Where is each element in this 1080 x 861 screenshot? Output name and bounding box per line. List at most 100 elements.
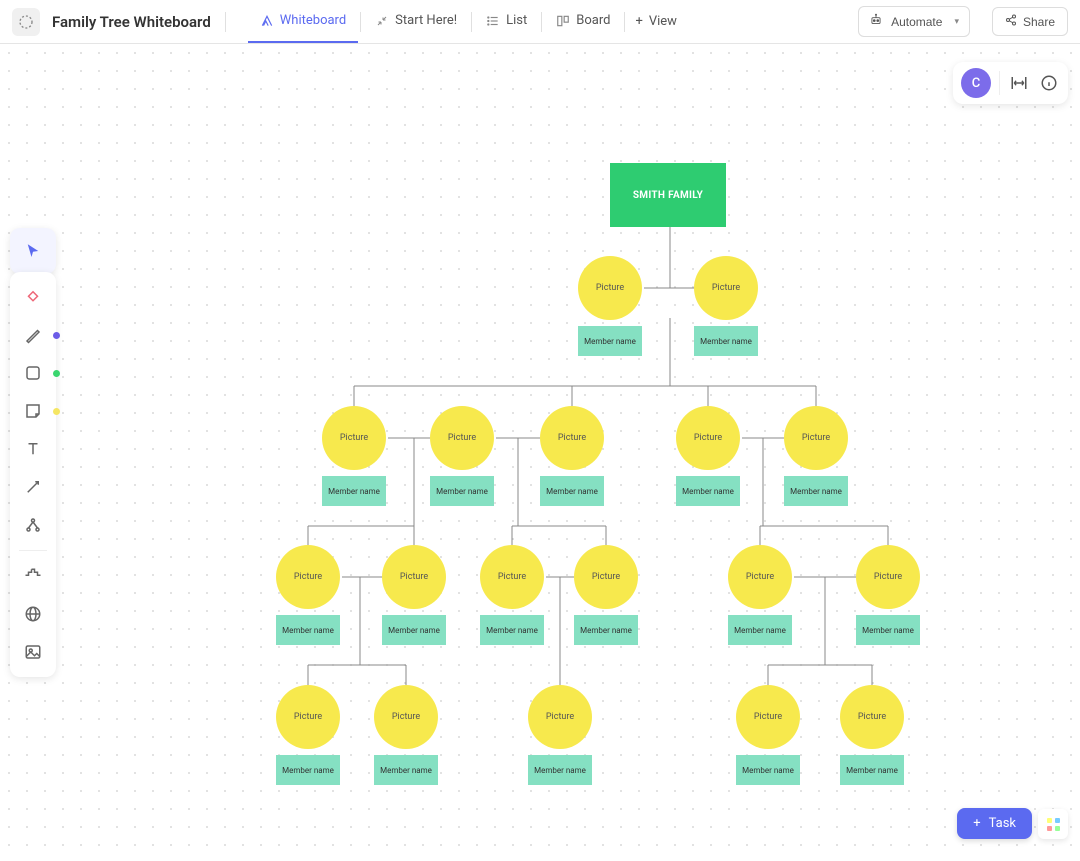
tree-node[interactable]: Picture Member name bbox=[736, 685, 800, 785]
tree-node[interactable]: Picture Member name bbox=[574, 545, 638, 645]
tree-node[interactable]: Picture Member name bbox=[540, 406, 604, 506]
picture-circle[interactable]: Picture bbox=[694, 256, 758, 320]
tab-divider bbox=[360, 12, 361, 32]
tree-node[interactable]: Picture Member name bbox=[676, 406, 740, 506]
share-button[interactable]: Share bbox=[992, 7, 1068, 36]
picture-circle[interactable]: Picture bbox=[578, 256, 642, 320]
robot-icon bbox=[869, 13, 883, 30]
tool-draw[interactable] bbox=[16, 318, 50, 352]
tool-plugin[interactable] bbox=[16, 559, 50, 593]
picture-circle[interactable]: Picture bbox=[480, 545, 544, 609]
member-name-box[interactable]: Member name bbox=[856, 615, 920, 645]
tool-web[interactable] bbox=[16, 597, 50, 631]
tree-node[interactable]: Picture Member name bbox=[374, 685, 438, 785]
member-name-box[interactable]: Member name bbox=[322, 476, 386, 506]
member-name-box[interactable]: Member name bbox=[736, 755, 800, 785]
tree-node[interactable]: Picture Member name bbox=[856, 545, 920, 645]
page-title[interactable]: Family Tree Whiteboard bbox=[52, 13, 211, 31]
tree-node[interactable]: Picture Member name bbox=[528, 685, 592, 785]
tab-list[interactable]: List bbox=[474, 0, 539, 43]
tree-node[interactable]: Picture Member name bbox=[840, 685, 904, 785]
tree-node[interactable]: Picture Member name bbox=[276, 545, 340, 645]
picture-circle[interactable]: Picture bbox=[736, 685, 800, 749]
member-name-box[interactable]: Member name bbox=[430, 476, 494, 506]
picture-circle[interactable]: Picture bbox=[574, 545, 638, 609]
color-indicator bbox=[53, 332, 60, 339]
member-name-box[interactable]: Member name bbox=[676, 476, 740, 506]
member-name-box[interactable]: Member name bbox=[540, 476, 604, 506]
tool-sticky[interactable] bbox=[16, 394, 50, 428]
tool-toolbar bbox=[10, 272, 56, 677]
tree-node[interactable]: Picture Member name bbox=[382, 545, 446, 645]
picture-circle[interactable]: Picture bbox=[840, 685, 904, 749]
tab-board[interactable]: Board bbox=[544, 0, 622, 43]
tree-node[interactable]: Picture Member name bbox=[322, 406, 386, 506]
tree-node[interactable]: Picture Member name bbox=[480, 545, 544, 645]
tool-rectangle[interactable] bbox=[16, 356, 50, 390]
picture-circle[interactable]: Picture bbox=[374, 685, 438, 749]
tree-node[interactable]: Picture Member name bbox=[728, 545, 792, 645]
tab-start-here[interactable]: Start Here! bbox=[363, 0, 469, 43]
fit-width-icon[interactable] bbox=[1008, 72, 1030, 94]
view-label: View bbox=[649, 14, 677, 29]
member-name-box[interactable]: Member name bbox=[480, 615, 544, 645]
picture-circle[interactable]: Picture bbox=[856, 545, 920, 609]
picture-circle[interactable]: Picture bbox=[430, 406, 494, 470]
tree-node[interactable]: Picture Member name bbox=[430, 406, 494, 506]
tool-network[interactable] bbox=[16, 508, 50, 542]
canvas-controls: C bbox=[953, 62, 1068, 104]
member-name-box[interactable]: Member name bbox=[694, 326, 758, 356]
picture-circle[interactable]: Picture bbox=[276, 545, 340, 609]
board-icon bbox=[556, 14, 570, 28]
member-name-box[interactable]: Member name bbox=[276, 755, 340, 785]
apps-button[interactable] bbox=[1038, 809, 1068, 839]
tree-node[interactable]: Picture Member name bbox=[784, 406, 848, 506]
color-indicator bbox=[53, 408, 60, 415]
tool-image[interactable] bbox=[16, 635, 50, 669]
picture-circle[interactable]: Picture bbox=[728, 545, 792, 609]
view-add[interactable]: + View bbox=[627, 14, 685, 29]
tab-divider bbox=[624, 12, 625, 32]
member-name-box[interactable]: Member name bbox=[840, 755, 904, 785]
tool-pointer[interactable] bbox=[10, 228, 56, 274]
avatar[interactable]: C bbox=[961, 68, 991, 98]
task-button[interactable]: + Task bbox=[957, 808, 1032, 839]
root-family-box[interactable]: SMITH FAMILY bbox=[610, 163, 726, 227]
tree-node[interactable]: Picture Member name bbox=[276, 685, 340, 785]
header-divider bbox=[225, 12, 226, 32]
picture-circle[interactable]: Picture bbox=[382, 545, 446, 609]
member-name-box[interactable]: Member name bbox=[578, 326, 642, 356]
picture-circle[interactable]: Picture bbox=[276, 685, 340, 749]
picture-circle[interactable]: Picture bbox=[322, 406, 386, 470]
share-label: Share bbox=[1023, 15, 1055, 29]
tree-node[interactable]: Picture Member name bbox=[578, 256, 642, 356]
automate-label: Automate bbox=[891, 15, 942, 29]
tree-node[interactable]: Picture Member name bbox=[694, 256, 758, 356]
tool-connector[interactable] bbox=[16, 470, 50, 504]
plus-icon: + bbox=[635, 14, 642, 29]
member-name-box[interactable]: Member name bbox=[728, 615, 792, 645]
picture-circle[interactable]: Picture bbox=[540, 406, 604, 470]
whiteboard-canvas[interactable]: C bbox=[0, 44, 1080, 861]
tab-whiteboard[interactable]: Whiteboard bbox=[248, 0, 358, 43]
tab-divider bbox=[471, 12, 472, 32]
toolbar-divider bbox=[19, 550, 47, 551]
picture-circle[interactable]: Picture bbox=[784, 406, 848, 470]
member-name-box[interactable]: Member name bbox=[276, 615, 340, 645]
tool-shapes[interactable] bbox=[16, 280, 50, 314]
picture-circle[interactable]: Picture bbox=[676, 406, 740, 470]
member-name-box[interactable]: Member name bbox=[784, 476, 848, 506]
plus-icon: + bbox=[973, 816, 980, 831]
app-icon[interactable] bbox=[12, 8, 40, 36]
apps-icon bbox=[1047, 818, 1060, 831]
tool-text[interactable] bbox=[16, 432, 50, 466]
member-name-box[interactable]: Member name bbox=[382, 615, 446, 645]
automate-button[interactable]: Automate ▾ bbox=[858, 6, 970, 37]
member-name-box[interactable]: Member name bbox=[528, 755, 592, 785]
member-name-box[interactable]: Member name bbox=[574, 615, 638, 645]
control-divider bbox=[999, 71, 1000, 95]
info-icon[interactable] bbox=[1038, 72, 1060, 94]
member-name-box[interactable]: Member name bbox=[374, 755, 438, 785]
tab-divider bbox=[541, 12, 542, 32]
picture-circle[interactable]: Picture bbox=[528, 685, 592, 749]
